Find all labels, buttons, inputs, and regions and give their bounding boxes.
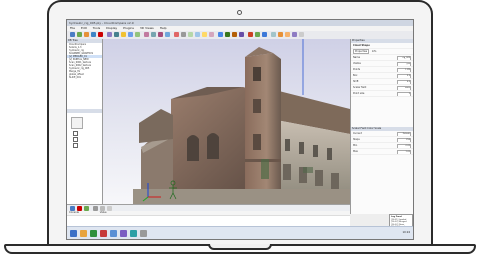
save-icon[interactable] [77, 32, 82, 37]
screen: hydraulic_rig_005.ply - CloudCompare v2.… [66, 19, 414, 240]
plugin-c-icon[interactable] [285, 32, 290, 37]
taskbar: 10:24 [67, 226, 413, 239]
property-row: Point size 2 [351, 91, 413, 97]
checkbox[interactable] [73, 131, 78, 136]
shader-icon[interactable] [239, 32, 244, 37]
color-swatch[interactable] [71, 117, 83, 129]
console-title: Console [69, 211, 79, 214]
menu-file[interactable]: File [70, 26, 75, 30]
app-icon[interactable] [120, 230, 127, 237]
menu-edit[interactable]: Edit [81, 26, 87, 30]
delete-icon[interactable] [98, 32, 103, 37]
color-icon[interactable] [121, 32, 126, 37]
app-icon[interactable] [100, 230, 107, 237]
distance-icon[interactable] [165, 32, 170, 37]
plugin-e-icon[interactable] [299, 32, 304, 37]
tab-properties[interactable]: Properties [353, 49, 370, 54]
plugin-b-icon[interactable] [278, 32, 283, 37]
translate-icon[interactable] [151, 32, 156, 37]
iso-view-icon[interactable] [209, 32, 214, 37]
menu-plugins[interactable]: Plugins [123, 26, 134, 30]
menu-help[interactable]: Help [160, 26, 167, 30]
light-icon[interactable] [232, 32, 237, 37]
top-view-icon[interactable] [188, 32, 193, 37]
record-icon[interactable] [248, 32, 253, 37]
console-header: Console Value [67, 211, 350, 216]
point-cloud-render [133, 39, 350, 204]
app-icon[interactable] [90, 230, 97, 237]
label-icon[interactable] [181, 32, 186, 37]
normals-icon[interactable] [107, 32, 112, 37]
clock: 10:24 [402, 231, 410, 234]
side-view-icon[interactable] [202, 32, 207, 37]
property-value[interactable]: 1.00 [397, 150, 411, 154]
perspective-icon[interactable] [225, 32, 230, 37]
octree-icon[interactable] [114, 32, 119, 37]
fullscreen-icon[interactable] [262, 32, 267, 37]
segment-icon[interactable] [144, 32, 149, 37]
scalar-field-icon[interactable] [128, 32, 133, 37]
property-row: Max 1.00 [351, 149, 413, 155]
tab-info[interactable]: Info [372, 50, 377, 53]
plugin-d-icon[interactable] [292, 32, 297, 37]
menu-tools[interactable]: Tools [93, 26, 100, 30]
webcam-icon [237, 10, 242, 15]
db-tree-panel: DB Tree CloudCompare Solaris_1.3 hydraul… [67, 39, 103, 224]
checkbox[interactable] [73, 137, 78, 142]
start-icon[interactable] [70, 230, 77, 237]
picking-icon[interactable] [174, 32, 179, 37]
front-view-icon[interactable] [195, 32, 200, 37]
console-panel: Console Value [67, 204, 350, 226]
menu-display[interactable]: Display [106, 26, 117, 30]
console-column: Value [99, 211, 107, 214]
merge-icon[interactable] [84, 32, 89, 37]
app-icon[interactable] [130, 230, 137, 237]
menu-3d-views[interactable]: 3D Views [140, 26, 154, 30]
properties-panel: Properties Cloud Shape Properties Info N… [350, 39, 413, 214]
align-icon[interactable] [158, 32, 163, 37]
3d-viewport[interactable] [103, 39, 350, 204]
clone-icon[interactable] [91, 32, 96, 37]
open-icon[interactable] [70, 32, 75, 37]
cloudcompare-taskbar-icon[interactable] [110, 230, 117, 237]
checkbox[interactable] [73, 143, 78, 148]
laptop-notch [208, 244, 272, 250]
property-value[interactable]: 2 [397, 92, 411, 96]
sample-icon[interactable] [135, 32, 140, 37]
plugin-a-icon[interactable] [271, 32, 276, 37]
screenshot-icon[interactable] [255, 32, 260, 37]
app-icon[interactable] [140, 230, 147, 237]
zoom-fit-icon[interactable] [218, 32, 223, 37]
explorer-icon[interactable] [80, 230, 87, 237]
